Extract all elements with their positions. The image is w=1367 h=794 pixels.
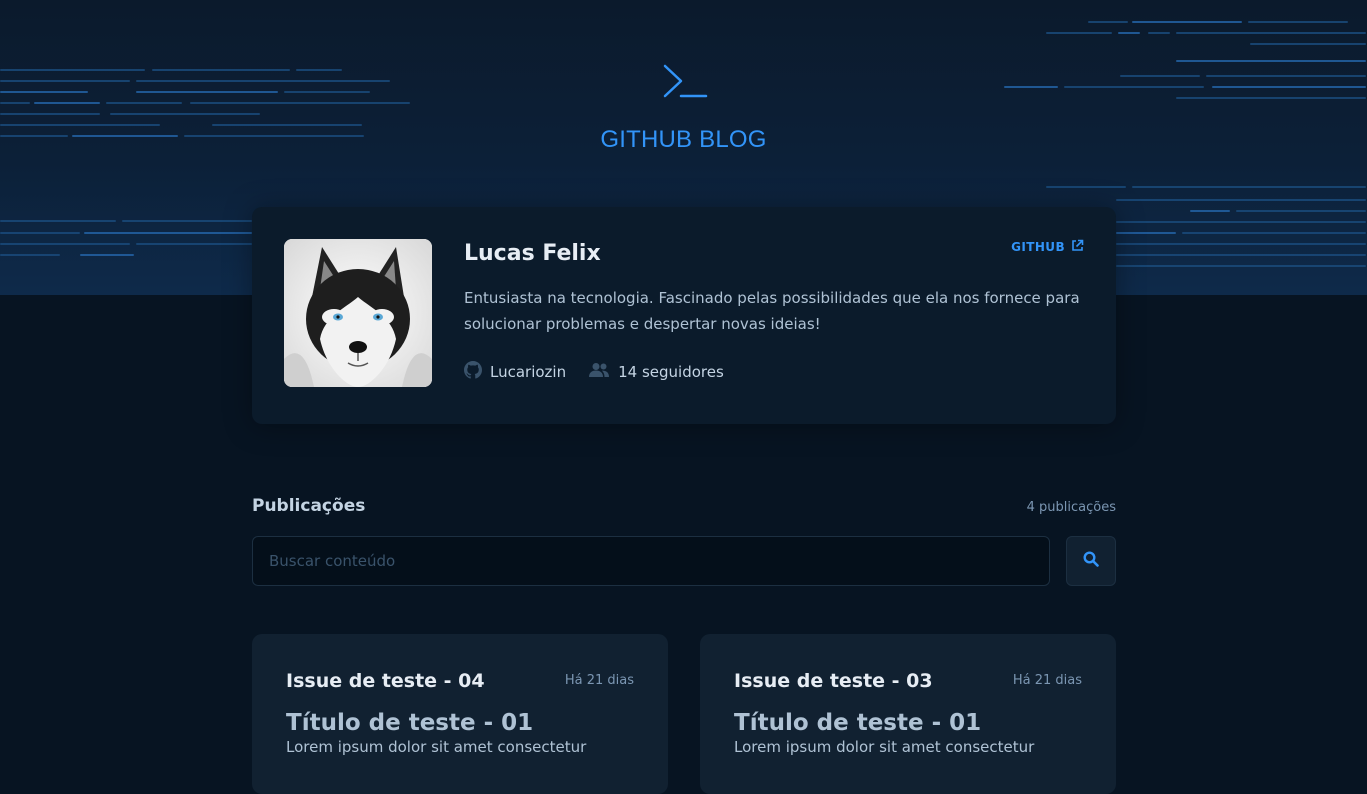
post-issue-title: Issue de teste - 03 xyxy=(734,670,933,692)
post-title: Título de teste - 01 xyxy=(734,710,982,736)
post-card[interactable]: Issue de teste - 04 Há 21 dias Título de… xyxy=(252,634,668,794)
github-icon xyxy=(464,361,482,383)
search-icon xyxy=(1083,551,1099,571)
profile-followers: 14 seguidores xyxy=(588,361,724,383)
publications-header: Publicações 4 publicações xyxy=(252,496,1116,516)
profile-bio: Entusiasta na tecnologia. Fascinado pela… xyxy=(464,289,1080,333)
post-title: Título de teste - 01 xyxy=(286,710,534,736)
followers-text: 14 seguidores xyxy=(618,363,724,381)
terminal-prompt-icon xyxy=(659,62,709,104)
search-input[interactable] xyxy=(252,536,1050,586)
profile-username: Lucariozin xyxy=(464,361,566,383)
logo xyxy=(0,62,1367,108)
publications-title: Publicações xyxy=(252,496,366,516)
profile-meta: Lucariozin 14 seguidores xyxy=(464,361,724,383)
profile-name: Lucas Felix xyxy=(464,241,601,266)
post-excerpt: Lorem ipsum dolor sit amet consectetur xyxy=(734,738,1035,756)
profile-card: Lucas Felix GITHUB Entusiasta na tecnolo… xyxy=(252,207,1116,424)
users-icon xyxy=(588,362,610,382)
post-card[interactable]: Issue de teste - 03 Há 21 dias Título de… xyxy=(700,634,1116,794)
avatar xyxy=(284,239,432,387)
username-text: Lucariozin xyxy=(490,363,567,381)
post-date: Há 21 dias xyxy=(564,673,634,688)
external-link-icon xyxy=(1071,239,1084,255)
github-link[interactable]: GITHUB xyxy=(1011,239,1084,255)
post-excerpt: Lorem ipsum dolor sit amet consectetur xyxy=(286,738,587,756)
publications-count: 4 publicações xyxy=(1026,500,1116,515)
post-issue-title: Issue de teste - 04 xyxy=(286,670,485,692)
search-button[interactable] xyxy=(1066,536,1116,586)
blog-title: GITHUB BLOG xyxy=(600,126,767,153)
github-link-label: GITHUB xyxy=(1011,240,1065,254)
post-date: Há 21 dias xyxy=(1012,673,1082,688)
